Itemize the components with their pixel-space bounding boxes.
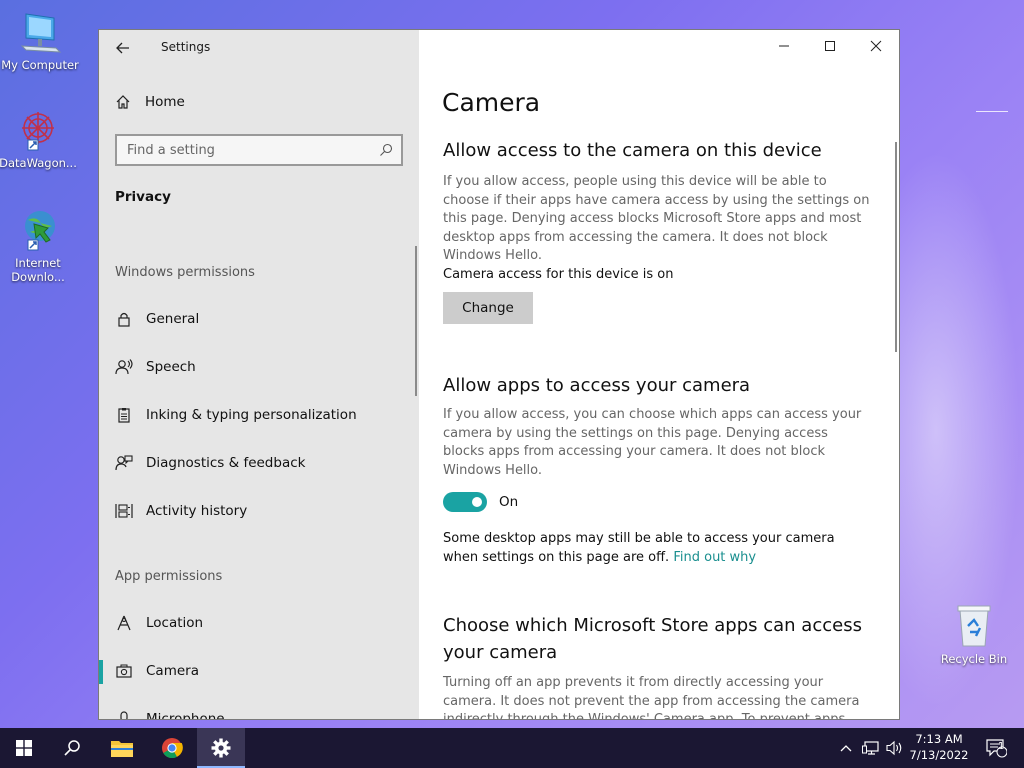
- search-box[interactable]: [115, 134, 403, 166]
- sidebar-item-label: Home: [145, 94, 185, 110]
- page-title: Camera: [442, 88, 541, 117]
- close-icon: [870, 40, 882, 52]
- folder-icon: [111, 741, 133, 757]
- speech-icon: [115, 358, 133, 376]
- maximize-icon: [825, 41, 835, 51]
- desktop-icon-label: Internet Downlo...: [11, 256, 65, 284]
- desktop-icon-label: My Computer: [1, 58, 79, 72]
- show-hidden-icons-button[interactable]: [836, 728, 856, 768]
- notification-count-badge: 1: [998, 741, 1005, 752]
- desktop-apps-note-text: Some desktop apps may still be able to a…: [443, 531, 835, 565]
- sidebar-item-camera[interactable]: Camera: [99, 652, 417, 690]
- content-scrollbar[interactable]: [895, 142, 897, 352]
- lock-icon: [115, 310, 133, 328]
- sidebar-item-location[interactable]: Location: [99, 604, 417, 642]
- windows-logo-icon: [16, 740, 32, 756]
- back-arrow-icon: [116, 42, 129, 54]
- section-heading-app-access: Allow apps to access your camera: [443, 375, 751, 396]
- datawagon-logo-icon: [14, 106, 62, 154]
- minimize-button[interactable]: [761, 30, 807, 62]
- sidebar-item-diagnostics-feedback[interactable]: Diagnostics & feedback: [99, 444, 417, 482]
- computer-icon: [16, 8, 64, 56]
- sidebar-item-inking-typing[interactable]: Inking & typing personalization: [99, 396, 417, 434]
- sidebar-item-home[interactable]: Home: [115, 94, 185, 110]
- desktop-light-line: [976, 111, 1008, 112]
- find-out-why-link[interactable]: Find out why: [673, 550, 756, 565]
- taskbar: 7:13 AM 7/13/2022 1: [0, 728, 1024, 768]
- chrome-icon: [162, 738, 183, 759]
- desktop-icon-my-computer[interactable]: My Computer: [0, 8, 80, 72]
- toggle-state-label: On: [499, 494, 519, 510]
- volume-button[interactable]: [884, 728, 906, 768]
- action-center-button[interactable]: 1: [978, 728, 1014, 768]
- section-description-store-apps: Turning off an app prevents it from dire…: [443, 675, 860, 719]
- clock-time: 7:13 AM: [915, 732, 963, 746]
- camera-icon: [115, 662, 133, 680]
- section-heading-store-apps: Choose which Microsoft Store apps can ac…: [443, 615, 862, 663]
- home-icon: [116, 95, 130, 109]
- minimize-icon: [779, 45, 789, 47]
- chevron-up-icon: [840, 745, 852, 752]
- search-icon[interactable]: [379, 143, 393, 157]
- sidebar-item-microphone[interactable]: Microphone: [99, 700, 417, 720]
- maximize-button[interactable]: [807, 30, 853, 62]
- sidebar-scrollbar[interactable]: [415, 246, 417, 396]
- settings-content: Camera Allow access to the camera on thi…: [419, 30, 899, 719]
- group-label-windows-permissions: Windows permissions: [115, 265, 255, 280]
- feedback-icon: [115, 454, 133, 472]
- sidebar-item-label: Inking & typing personalization: [146, 407, 357, 423]
- desktop-icon-datawagon[interactable]: DataWagon...: [0, 106, 78, 170]
- search-taskbar-button[interactable]: [48, 728, 96, 768]
- sidebar-item-speech[interactable]: Speech: [99, 348, 417, 386]
- clock-date: 7/13/2022: [909, 748, 969, 762]
- network-icon: [862, 741, 879, 755]
- microphone-icon: [115, 710, 133, 719]
- section-title-privacy: Privacy: [115, 189, 171, 205]
- sidebar-item-label: General: [146, 311, 200, 327]
- section-heading-device-access: Allow access to the camera on this devic…: [443, 140, 822, 161]
- desktop-icon-recycle-bin[interactable]: Recycle Bin: [934, 602, 1014, 666]
- app-access-toggle[interactable]: [443, 492, 487, 512]
- sidebar-item-general[interactable]: General: [99, 300, 417, 338]
- sidebar-item-label: Diagnostics & feedback: [146, 455, 306, 471]
- file-explorer-button[interactable]: [98, 728, 146, 768]
- search-input[interactable]: [127, 142, 367, 158]
- desktop-apps-note: Some desktop apps may still be able to a…: [443, 530, 873, 567]
- section-description-device-access: If you allow access, people using this d…: [443, 174, 870, 263]
- speaker-icon: [886, 740, 902, 756]
- window-title: Settings: [161, 40, 211, 54]
- globe-download-icon: [14, 206, 62, 254]
- desktop-icon-label: Recycle Bin: [940, 652, 1008, 666]
- start-button[interactable]: [0, 728, 48, 768]
- activity-icon: [115, 502, 133, 520]
- desktop-icon-internet-download-manager[interactable]: Internet Downlo...: [0, 206, 78, 284]
- device-access-status: Camera access for this device is on: [443, 267, 674, 282]
- taskbar-clock[interactable]: 7:13 AM 7/13/2022: [904, 731, 974, 763]
- chrome-button[interactable]: [148, 728, 196, 768]
- settings-window: Settings Home Privacy Windows permission…: [98, 29, 900, 720]
- sidebar-item-label: Activity history: [146, 503, 248, 519]
- sidebar-item-label: Speech: [146, 359, 196, 375]
- sidebar-item-label: Camera: [146, 663, 199, 679]
- location-icon: [115, 614, 133, 632]
- sidebar-item-activity-history[interactable]: Activity history: [99, 492, 417, 530]
- gear-icon: [211, 738, 231, 758]
- clipboard-icon: [115, 406, 133, 424]
- settings-sidebar: Settings Home Privacy Windows permission…: [99, 30, 419, 719]
- sidebar-item-label: Location: [146, 615, 204, 631]
- back-button[interactable]: [109, 35, 137, 61]
- desktop-icon-label: DataWagon...: [0, 156, 77, 170]
- sidebar-item-label: Microphone: [146, 711, 225, 720]
- network-button[interactable]: [860, 728, 882, 768]
- change-button[interactable]: Change: [443, 292, 533, 324]
- section-description-app-access: If you allow access, you can choose whic…: [443, 407, 862, 478]
- close-button[interactable]: [853, 30, 899, 62]
- group-label-app-permissions: App permissions: [115, 569, 223, 584]
- recycle-bin-icon: [950, 602, 998, 650]
- settings-taskbar-button[interactable]: [197, 728, 245, 768]
- search-icon: [64, 740, 80, 756]
- toggle-knob: [472, 497, 482, 507]
